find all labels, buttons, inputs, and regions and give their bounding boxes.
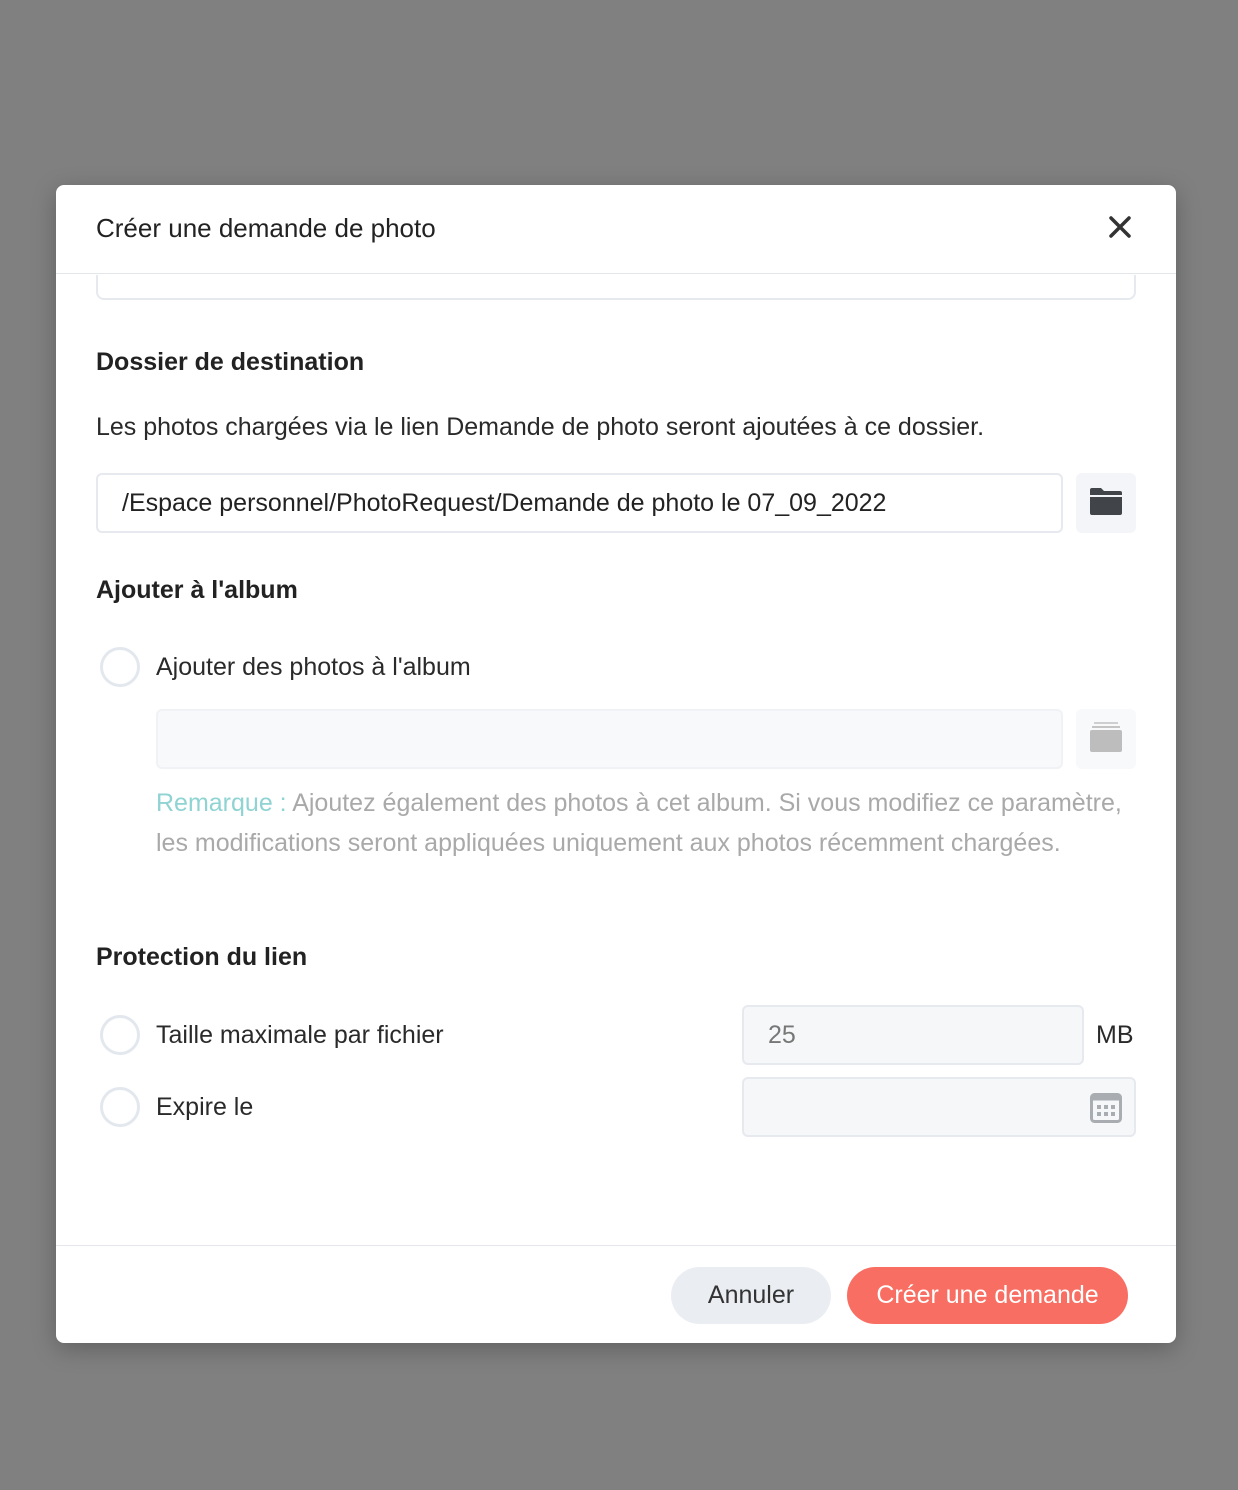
browse-folder-button[interactable] (1076, 473, 1136, 533)
add-to-album-label: Ajouter des photos à l'album (156, 653, 471, 681)
folder-icon (1089, 486, 1123, 521)
protection-section-title: Protection du lien (96, 943, 308, 971)
max-size-input[interactable] (742, 1005, 1084, 1065)
dialog-footer: Annuler Créer une demande (56, 1245, 1176, 1343)
album-icon (1089, 720, 1123, 759)
expire-date-input[interactable] (742, 1077, 1136, 1137)
expire-radio[interactable] (100, 1087, 140, 1127)
album-note: Remarque : Ajoutez également des photos … (156, 783, 1136, 863)
cancel-button[interactable]: Annuler (671, 1267, 831, 1324)
add-to-album-radio[interactable] (100, 647, 140, 687)
close-icon[interactable] (1106, 213, 1134, 241)
destination-section-title: Dossier de destination (96, 348, 365, 376)
create-request-button[interactable]: Créer une demande (847, 1267, 1128, 1324)
dialog-body[interactable]: Dossier de destination Les photos chargé… (56, 275, 1176, 1245)
dialog-title: Créer une demande de photo (96, 213, 436, 243)
previous-field-input[interactable] (96, 275, 1136, 300)
destination-description: Les photos chargées via le lien Demande … (96, 413, 985, 441)
expire-label: Expire le (156, 1093, 254, 1121)
destination-path-input[interactable] (96, 473, 1063, 533)
album-section-title: Ajouter à l'album (96, 576, 298, 604)
max-size-label: Taille maximale par fichier (156, 1021, 444, 1049)
max-size-unit: MB (1096, 1021, 1134, 1049)
calendar-icon[interactable] (1090, 1093, 1122, 1128)
album-input (156, 709, 1063, 769)
browse-album-button (1076, 709, 1136, 769)
album-note-text: Ajoutez également des photos à cet album… (156, 789, 1122, 857)
album-note-label: Remarque : (156, 789, 287, 817)
create-photo-request-dialog: Créer une demande de photo Dossier de de… (56, 185, 1176, 1343)
dialog-header: Créer une demande de photo (56, 185, 1176, 274)
max-size-radio[interactable] (100, 1015, 140, 1055)
